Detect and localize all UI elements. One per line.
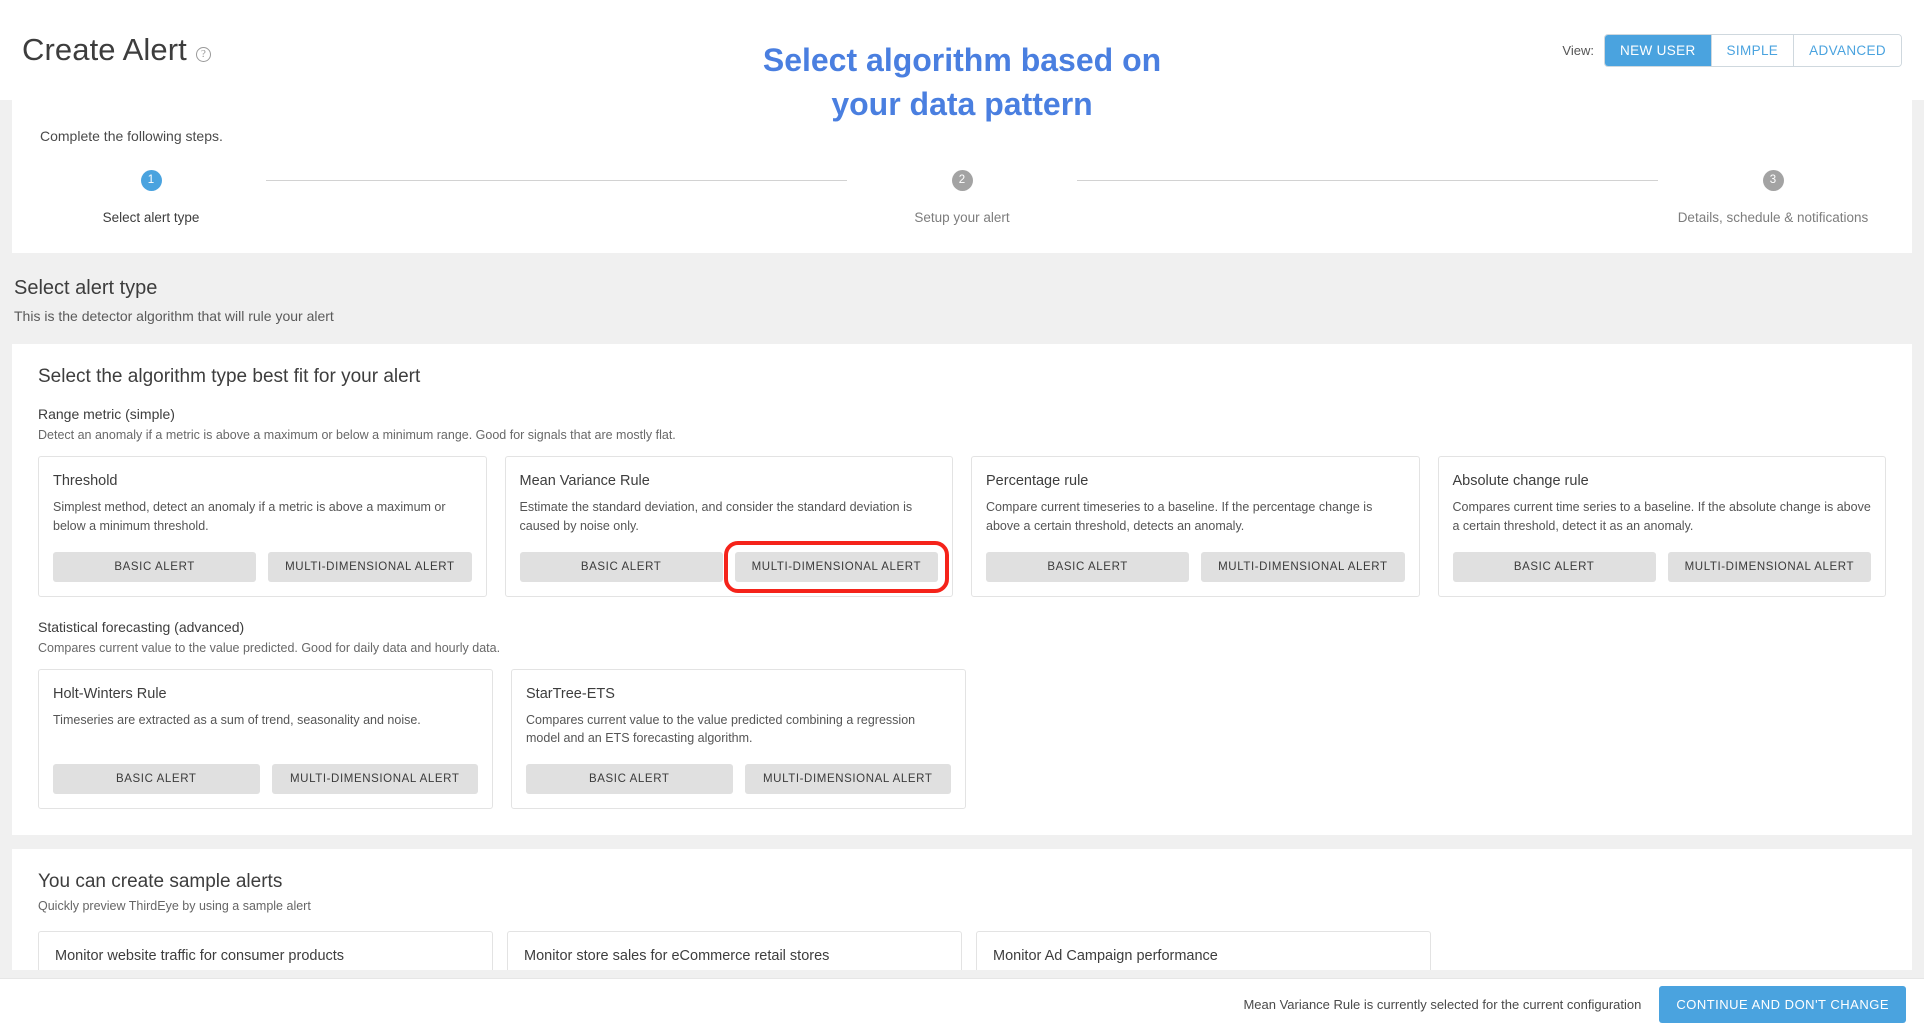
multi-dimensional-alert-button[interactable]: MULTI-DIMENSIONAL ALERT <box>744 764 951 794</box>
step-1-label: Select alert type <box>102 210 200 225</box>
algorithm-name: Absolute change rule <box>1452 473 1589 489</box>
sample-alerts-subtitle: Quickly preview ThirdEye by using a samp… <box>38 899 311 913</box>
algorithm-card-mean-variance-rule: Mean Variance Rule Estimate the standard… <box>504 456 953 597</box>
algorithm-name: Threshold <box>53 473 118 489</box>
basic-alert-button[interactable]: BASIC ALERT <box>519 551 723 582</box>
basic-alert-button[interactable]: BASIC ALERT <box>53 764 260 794</box>
group-desc-statistical-forecasting: Compares current value to the value pred… <box>38 640 501 655</box>
view-toggle-group: View: NEW USER SIMPLE ADVANCED <box>1562 33 1902 67</box>
sample-card-title: Monitor website traffic for consumer pro… <box>55 948 345 964</box>
multi-dimensional-alert-button[interactable]: MULTI-DIMENSIONAL ALERT <box>268 551 472 582</box>
algorithm-description: Timeseries are extracted as a sum of tre… <box>53 712 421 727</box>
footer-action-bar: Mean Variance Rule is currently selected… <box>0 978 1924 1030</box>
algorithm-group-range-metric: Range metric (simple) Detect an anomaly … <box>28 406 1896 597</box>
algorithm-panel: Select the algorithm type best fit for y… <box>12 344 1912 835</box>
algorithm-card-actions: BASIC ALERT MULTI-DIMENSIONAL ALERT <box>53 551 472 582</box>
algorithm-card-actions: BASIC ALERT MULTI-DIMENSIONAL ALERT <box>53 764 478 794</box>
stepper: 1 Select alert type 2 Setup your alert 3… <box>26 170 1898 225</box>
multi-dimensional-alert-button[interactable]: MULTI-DIMENSIONAL ALERT <box>271 764 478 794</box>
step-3[interactable]: 3 Details, schedule & notifications <box>1658 170 1888 225</box>
group-title-statistical-forecasting: Statistical forecasting (advanced) <box>38 618 245 635</box>
step-connector-1 <box>266 180 847 181</box>
algorithm-card-actions: BASIC ALERT MULTI-DIMENSIONAL ALERT <box>1452 551 1871 582</box>
algorithm-description: Compare current timeseries to a baseline… <box>986 500 1373 533</box>
page-title: Create Alert <box>22 32 187 67</box>
view-option-new-user[interactable]: NEW USER <box>1604 34 1712 66</box>
sample-card-title: Monitor Ad Campaign performance <box>993 948 1218 964</box>
view-toggle-label: View: <box>1562 42 1594 58</box>
section-heading-band: Select alert type This is the detector a… <box>0 253 1924 344</box>
algorithm-description: Compares current time series to a baseli… <box>1452 500 1871 533</box>
algorithm-description: Estimate the standard deviation, and con… <box>519 500 913 533</box>
group-title-range-metric: Range metric (simple) <box>38 406 175 422</box>
create-alert-page: Create Alert ? View: NEW USER SIMPLE ADV… <box>0 0 1924 1030</box>
view-option-simple[interactable]: SIMPLE <box>1711 34 1795 66</box>
algorithm-name: Holt-Winters Rule <box>53 685 167 702</box>
step-2[interactable]: 2 Setup your alert <box>847 170 1077 225</box>
continue-and-dont-change-button[interactable]: CONTINUE AND DON'T CHANGE <box>1659 986 1906 1023</box>
algorithm-name: Percentage rule <box>986 473 1089 489</box>
question-mark-circle-icon[interactable]: ? <box>195 46 211 62</box>
sample-card-title: Monitor store sales for eCommerce retail… <box>524 948 830 964</box>
algorithm-card-actions: BASIC ALERT MULTI-DIMENSIONAL ALERT <box>986 551 1405 582</box>
algorithm-card-percentage-rule: Percentage rule Compare current timeseri… <box>971 456 1420 597</box>
step-3-label: Details, schedule & notifications <box>1677 210 1869 225</box>
step-2-circle: 2 <box>951 170 973 191</box>
view-button-group: NEW USER SIMPLE ADVANCED <box>1603 33 1902 67</box>
multi-dimensional-alert-button[interactable]: MULTI-DIMENSIONAL ALERT <box>723 540 950 593</box>
algorithm-card-threshold: Threshold Simplest method, detect an ano… <box>38 456 487 597</box>
algorithm-name: Mean Variance Rule <box>519 473 650 489</box>
algorithm-name: StarTree-ETS <box>526 685 615 702</box>
step-3-circle: 3 <box>1762 170 1784 191</box>
footer-status-text: Mean Variance Rule is currently selected… <box>1243 997 1642 1012</box>
view-option-advanced[interactable]: ADVANCED <box>1794 34 1901 66</box>
basic-alert-button[interactable]: BASIC ALERT <box>526 764 733 794</box>
algorithm-description: Compares current value to the value pred… <box>526 712 916 746</box>
algorithm-card-row-2: Holt-Winters Rule Timeseries are extract… <box>28 668 1896 809</box>
basic-alert-button[interactable]: BASIC ALERT <box>986 551 1190 582</box>
basic-alert-button[interactable]: BASIC ALERT <box>1452 551 1656 582</box>
algorithm-group-statistical-forecasting: Statistical forecasting (advanced) Compa… <box>28 618 1896 809</box>
page-scroll-strip[interactable] <box>0 970 1924 978</box>
page-header: Create Alert ? View: NEW USER SIMPLE ADV… <box>0 0 1924 100</box>
step-connector-2 <box>1077 180 1658 181</box>
algorithm-card-row-1: Threshold Simplest method, detect an ano… <box>28 456 1896 597</box>
algorithm-card-startree-ets: StarTree-ETS Compares current value to t… <box>511 668 966 809</box>
multi-dimensional-alert-button[interactable]: MULTI-DIMENSIONAL ALERT <box>1667 551 1871 582</box>
stepper-panel: Complete the following steps. 1 Select a… <box>12 100 1912 253</box>
algorithm-card-holt-winters-rule: Holt-Winters Rule Timeseries are extract… <box>38 668 493 809</box>
basic-alert-button[interactable]: BASIC ALERT <box>53 551 257 582</box>
algorithm-description: Simplest method, detect an anomaly if a … <box>53 500 446 533</box>
steps-intro-text: Complete the following steps. <box>40 128 223 144</box>
sample-alerts-title: You can create sample alerts <box>38 871 283 892</box>
algorithm-card-actions: BASIC ALERT MULTI-DIMENSIONAL ALERT <box>519 540 950 593</box>
section-subtitle: This is the detector algorithm that will… <box>14 308 334 324</box>
group-desc-range-metric: Detect an anomaly if a metric is above a… <box>38 428 676 442</box>
algorithm-card-absolute-change-rule: Absolute change rule Compares current ti… <box>1437 456 1886 597</box>
section-title: Select alert type <box>14 277 158 299</box>
algorithm-card-actions: BASIC ALERT MULTI-DIMENSIONAL ALERT <box>526 764 951 794</box>
step-2-label: Setup your alert <box>914 210 1010 225</box>
algorithm-panel-title: Select the algorithm type best fit for y… <box>38 366 421 387</box>
multi-dimensional-alert-button[interactable]: MULTI-DIMENSIONAL ALERT <box>1201 551 1405 582</box>
step-1-circle: 1 <box>140 170 162 191</box>
step-1[interactable]: 1 Select alert type <box>36 170 266 225</box>
